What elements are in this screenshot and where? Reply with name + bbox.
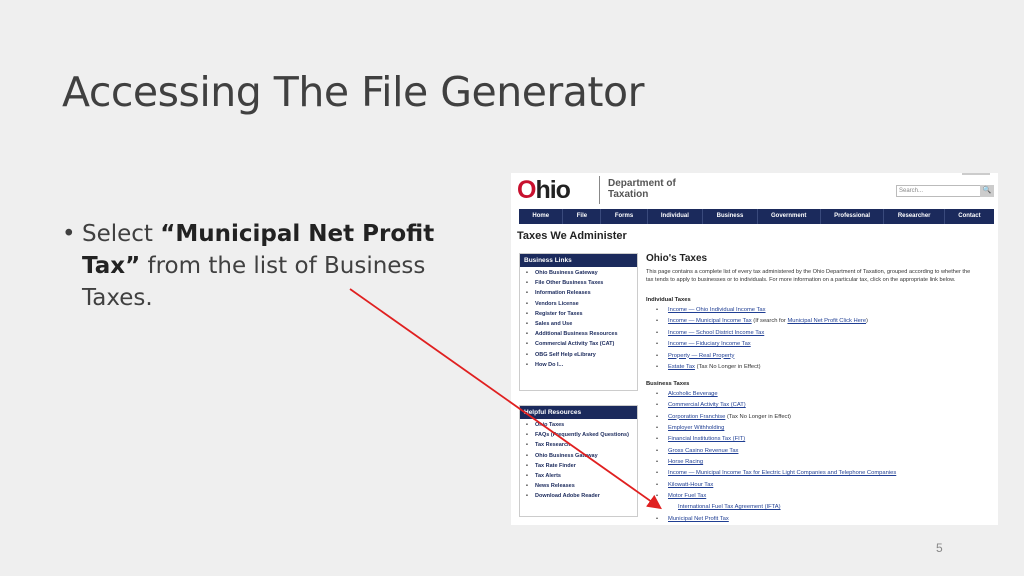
top-bar [962, 173, 990, 175]
tax-list-item: Alcoholic Beverage [656, 391, 896, 398]
tax-list-item: Income — Municipal Income Tax (If search… [656, 318, 868, 325]
tax-note: (Tax No Longer in Effect) [725, 413, 791, 420]
tax-list-item: Income — Ohio Individual Income Tax [656, 307, 868, 314]
tax-link[interactable]: Municipal Net Profit Click Here [787, 318, 866, 324]
magnifier-icon[interactable]: 🔍 [980, 185, 994, 197]
tax-note: (If search for [751, 318, 788, 325]
tax-list-item: Income — Fiduciary Income Tax [656, 341, 868, 348]
bullet-text: Select “Municipal Net Profit Tax” from t… [82, 221, 435, 311]
tax-link[interactable]: Alcoholic Beverage [668, 391, 718, 397]
nav-item-forms[interactable]: Forms [601, 209, 648, 224]
helpful-resources-title: Helpful Resources [520, 406, 637, 419]
helpful-link[interactable]: Tax Alerts [524, 473, 633, 479]
tax-note: ) [866, 318, 868, 325]
business-links-box: Business Links Ohio Business Gateway File… [519, 253, 638, 391]
business-taxes-list: Alcoholic Beverage Commercial Activity Ta… [656, 391, 896, 525]
business-link[interactable]: Sales and Use [524, 321, 633, 327]
helpful-link[interactable]: Ohio Business Gateway [524, 453, 633, 459]
business-links-title: Business Links [520, 254, 637, 267]
tax-list-item: Income — School District Income Tax [656, 330, 868, 337]
business-link[interactable]: Additional Business Resources [524, 331, 633, 337]
tax-list-item: Corporation Franchise (Tax No Longer in … [656, 414, 896, 421]
business-taxes-heading: Business Taxes [646, 381, 690, 387]
ohio-logo[interactable]: Ohio [517, 176, 571, 205]
tax-link[interactable]: Financial Institutions Tax (FIT) [668, 436, 745, 442]
nav-item-home[interactable]: Home [519, 209, 564, 224]
business-link[interactable]: Vendors License [524, 301, 633, 307]
business-link[interactable]: Register for Taxes [524, 311, 633, 317]
tax-link[interactable]: Gross Casino Revenue Tax [668, 448, 738, 454]
tax-note: (Tax No Longer in Effect) [694, 363, 761, 370]
tax-link[interactable]: Estate Tax [668, 364, 695, 370]
page-number: 5 [936, 541, 943, 555]
main-nav: Home File Forms Individual Business Governmen… [519, 209, 994, 224]
slide-title: Accessing The File Generator [62, 68, 644, 116]
tax-list-item: Property — Real Property [656, 353, 868, 360]
individual-taxes-list: Income — Ohio Individual Income Tax Incom… [656, 307, 868, 375]
tax-link[interactable]: Income — School District Income Tax [668, 330, 764, 336]
tax-link[interactable]: Income — Municipal Income Tax [668, 318, 752, 324]
tax-website-screenshot: Ohio Department of Taxation Search... 🔍 H… [511, 173, 998, 525]
tax-list-item: Kilowatt-Hour Tax [656, 482, 896, 489]
tax-list-item: Motor Fuel Tax [656, 493, 896, 500]
helpful-link[interactable]: News Releases [524, 483, 633, 489]
logo-divider [599, 176, 600, 204]
tax-list-item: Income — Municipal Income Tax for Electr… [656, 470, 896, 477]
nav-item-business[interactable]: Business [703, 209, 758, 224]
nav-item-individual[interactable]: Individual [648, 209, 704, 224]
department-name: Department of Taxation [608, 178, 676, 200]
helpful-link[interactable]: Download Adobe Reader [524, 493, 633, 499]
page-heading: Taxes We Administer [517, 230, 627, 242]
nav-item-contact[interactable]: Contact [945, 209, 994, 224]
bullet-instruction: • Select “Municipal Net Profit Tax” from… [62, 218, 452, 314]
business-link[interactable]: OBG Self Help eLibrary [524, 352, 633, 358]
business-link[interactable]: How Do I... [524, 362, 633, 368]
tax-list-item: International Fuel Tax Agreement (IFTA) [656, 504, 896, 511]
tax-link[interactable]: Horse Racing [668, 459, 703, 465]
nav-item-government[interactable]: Government [758, 209, 821, 224]
tax-list-item: Commercial Activity Tax (CAT) [656, 402, 896, 409]
tax-link[interactable]: Employer Withholding [668, 425, 724, 431]
ohio-taxes-heading: Ohio's Taxes [646, 253, 708, 264]
tax-list-item: Employer Withholding [656, 425, 896, 432]
bullet-dot: • [62, 221, 76, 247]
nav-item-researcher[interactable]: Researcher [884, 209, 945, 224]
business-link[interactable]: Commercial Activity Tax (CAT) [524, 341, 633, 347]
tax-list-item: Financial Institutions Tax (FIT) [656, 436, 896, 443]
helpful-resources-list: Ohio Taxes FAQs (Frequently Asked Questio… [520, 419, 637, 499]
nav-item-file[interactable]: File [563, 209, 602, 224]
business-links-list: Ohio Business Gateway File Other Business… [520, 267, 637, 368]
tax-link[interactable]: Income — Ohio Individual Income Tax [668, 307, 766, 313]
tax-link[interactable]: Corporation Franchise [668, 414, 725, 420]
helpful-link[interactable]: Ohio Taxes [524, 422, 633, 428]
tax-list-item: Municipal Net Profit Tax [656, 516, 896, 523]
tax-link[interactable]: International Fuel Tax Agreement (IFTA) [678, 504, 781, 510]
intro-paragraph: This page contains a complete list of ev… [646, 269, 971, 283]
tax-link[interactable]: Property — Real Property [668, 353, 734, 359]
tax-link[interactable]: Income — Municipal Income Tax for Electr… [668, 470, 896, 476]
helpful-link[interactable]: FAQs (Frequently Asked Questions) [524, 432, 633, 438]
business-link[interactable]: File Other Business Taxes [524, 280, 633, 286]
tax-list-item: Estate Tax (Tax No Longer in Effect) [656, 364, 868, 371]
helpful-link[interactable]: Tax Research [524, 442, 633, 448]
helpful-link[interactable]: Tax Rate Finder [524, 463, 633, 469]
tax-link[interactable]: Kilowatt-Hour Tax [668, 482, 713, 488]
tax-list-item: Horse Racing [656, 459, 896, 466]
nav-item-professional[interactable]: Professional [821, 209, 885, 224]
business-link[interactable]: Ohio Business Gateway [524, 270, 633, 276]
tax-link[interactable]: Municipal Net Profit Tax [668, 516, 729, 522]
tax-link[interactable]: Motor Fuel Tax [668, 493, 706, 499]
search-input[interactable]: Search... [896, 185, 984, 197]
individual-taxes-heading: Individual Taxes [646, 297, 691, 303]
business-link[interactable]: Information Releases [524, 290, 633, 296]
helpful-resources-box: Helpful Resources Ohio Taxes FAQs (Freque… [519, 405, 638, 517]
tax-link[interactable]: Income — Fiduciary Income Tax [668, 341, 751, 347]
tax-link[interactable]: Commercial Activity Tax (CAT) [668, 402, 746, 408]
tax-list-item: Gross Casino Revenue Tax [656, 448, 896, 455]
site-header: Ohio Department of Taxation Search... 🔍 [511, 173, 998, 209]
